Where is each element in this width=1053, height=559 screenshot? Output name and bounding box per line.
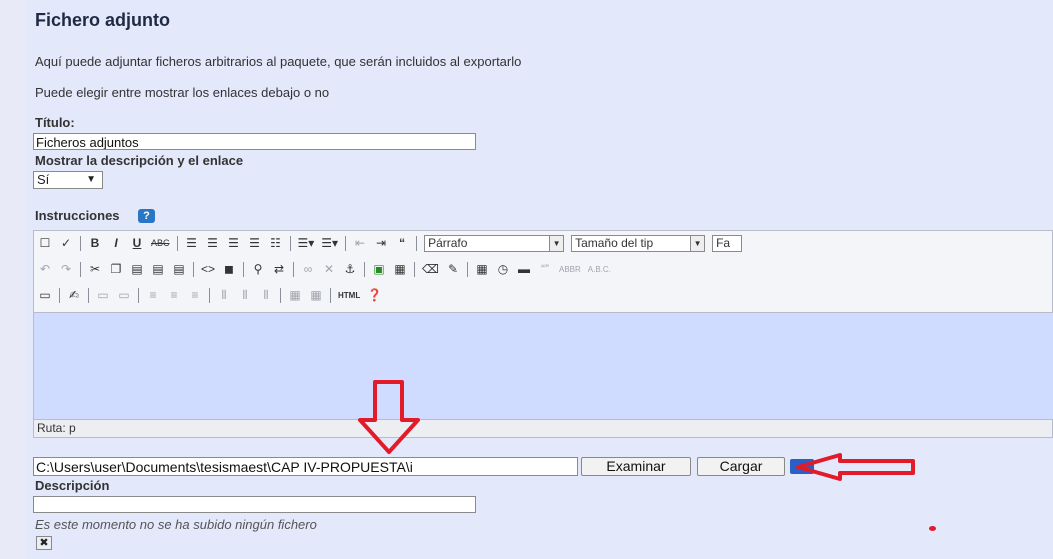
down-arrow-annotation bbox=[358, 380, 420, 454]
left-arrow-annotation bbox=[796, 453, 915, 481]
red-mark bbox=[929, 526, 936, 531]
annotation-overlay bbox=[358, 380, 915, 481]
